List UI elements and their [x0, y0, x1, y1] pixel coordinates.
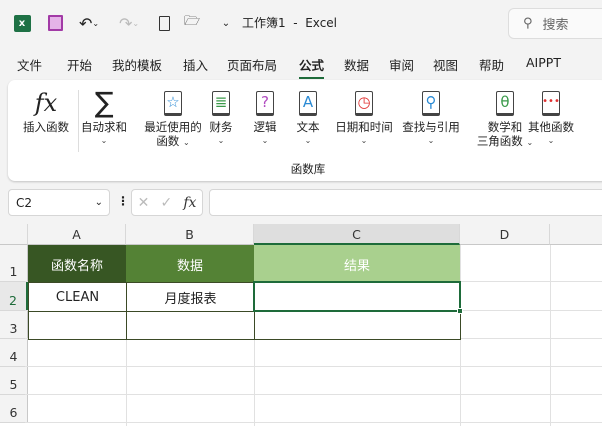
tab-7[interactable]: 审阅	[389, 55, 414, 74]
column-header-A[interactable]: A	[28, 224, 126, 245]
chevron-down-icon: ⌄	[304, 136, 312, 145]
more-functions-icon: •••	[542, 86, 560, 120]
tab-6[interactable]: 数据	[344, 55, 369, 74]
name-box[interactable]: C2 ⌄	[8, 189, 110, 216]
header-cell[interactable]: 结果	[254, 245, 460, 282]
chevron-down-icon: ⌄	[94, 197, 103, 208]
fx-icon[interactable]: fx	[183, 195, 196, 211]
header-cell[interactable]: 函数名称	[28, 245, 126, 282]
cancel-icon[interactable]: ✕	[138, 195, 150, 211]
datetime-icon: ◷	[355, 86, 373, 120]
button-label-2: 函数	[156, 134, 180, 148]
data-cell[interactable]	[126, 311, 255, 340]
tab-3[interactable]: 插入	[183, 55, 208, 74]
row-header-1[interactable]: 1	[0, 245, 28, 282]
button-label: 日期和时间	[335, 120, 393, 134]
autosum-icon: ∑	[94, 86, 114, 119]
gridline	[25, 422, 602, 423]
button-label: 其他函数	[528, 120, 574, 134]
header-cell[interactable]: 数据	[126, 245, 254, 282]
row-header-5[interactable]: 5	[0, 367, 28, 395]
row-header-3[interactable]: 3	[0, 311, 28, 339]
window-title: 工作簿1 - Excel	[242, 16, 338, 30]
row-header-6[interactable]: 6	[0, 395, 28, 423]
enter-icon[interactable]: ✓	[160, 195, 172, 211]
undo-icon[interactable]: ↶ ⌄	[74, 12, 104, 34]
lookup-icon: ⚲	[422, 86, 440, 120]
tab-10[interactable]: AIPPT	[526, 55, 561, 70]
search-icon: ⚲	[523, 16, 533, 31]
gridline	[25, 366, 602, 367]
fill-handle[interactable]	[457, 308, 463, 314]
recent-icon: ☆	[164, 86, 182, 120]
ribbon-button-8[interactable]: ••• 其他函数 ⌄	[511, 86, 591, 148]
text-icon: A	[299, 86, 317, 120]
redo-icon[interactable]: ↷ ⌄	[114, 12, 144, 34]
tab-9[interactable]: 帮助	[479, 55, 504, 74]
tab-4[interactable]: 页面布局	[227, 55, 277, 74]
selected-cell-C2[interactable]	[253, 281, 461, 312]
customize-quick-access-icon[interactable]: ⌄	[218, 12, 234, 34]
chevron-down-icon: ⌄	[547, 136, 555, 145]
excel-logo-icon: x	[12, 12, 32, 34]
chevron-down-icon: ⌄	[217, 136, 225, 145]
group-label: 函数库	[290, 162, 326, 176]
formula-bar-splitter[interactable]: ⋮	[117, 194, 129, 208]
insert-function-label: 插入函数	[23, 120, 69, 134]
chevron-down-icon: ⌄	[360, 136, 368, 145]
data-cell[interactable]: CLEAN	[28, 282, 127, 312]
button-label: 查找与引用	[402, 120, 460, 134]
tab-1[interactable]: 开始	[67, 55, 92, 74]
select-all-button[interactable]	[0, 224, 28, 245]
button-label: 文本	[296, 120, 320, 134]
ribbon: fx 插入函数 ∑ 自动求和 ⌄ ☆ 最近使用的 函数 ⌄ ≣ 财务 ⌄ ? 逻…	[8, 80, 602, 181]
open-folder-icon[interactable]: 🗁	[182, 12, 202, 34]
tab-5[interactable]: 公式	[299, 55, 325, 79]
chevron-down-icon: ⌄	[427, 136, 435, 145]
column-header-B[interactable]: B	[126, 224, 254, 245]
tab-2[interactable]: 我的模板	[112, 55, 162, 74]
column-header-E[interactable]	[550, 224, 602, 245]
row-header-2[interactable]: 2	[0, 282, 28, 311]
data-cell[interactable]	[254, 311, 461, 340]
ribbon-button-0[interactable]: ∑ 自动求和 ⌄	[64, 86, 144, 148]
formula-buttons: ✕ ✓ fx	[131, 189, 203, 216]
gridline	[25, 394, 602, 395]
formula-input[interactable]	[209, 189, 602, 216]
button-label: 自动求和	[81, 120, 127, 134]
data-cell[interactable]: 月度报表	[126, 282, 255, 312]
column-header-C[interactable]: C	[254, 224, 460, 245]
spreadsheet-grid[interactable]: A B C D 1 2 3 4 5 6 函数名称 数据 结果 CLEAN 月度报表	[0, 224, 602, 426]
search-placeholder: 搜索	[542, 18, 569, 33]
new-file-icon[interactable]	[155, 12, 173, 34]
search-box[interactable]: ⚲ 搜索	[508, 8, 602, 39]
save-icon[interactable]	[45, 12, 65, 34]
fx-icon: fx	[34, 89, 58, 117]
gridline	[550, 245, 551, 426]
tab-8[interactable]: 视图	[433, 55, 458, 74]
data-cell[interactable]	[28, 311, 127, 340]
column-header-D[interactable]: D	[460, 224, 550, 245]
chevron-down-icon: ⌄	[100, 136, 108, 145]
tab-0[interactable]: 文件	[17, 55, 42, 74]
row-header-4[interactable]: 4	[0, 339, 28, 367]
ribbon-button-6[interactable]: ⚲ 查找与引用 ⌄	[391, 86, 471, 148]
name-box-value: C2	[16, 195, 33, 210]
